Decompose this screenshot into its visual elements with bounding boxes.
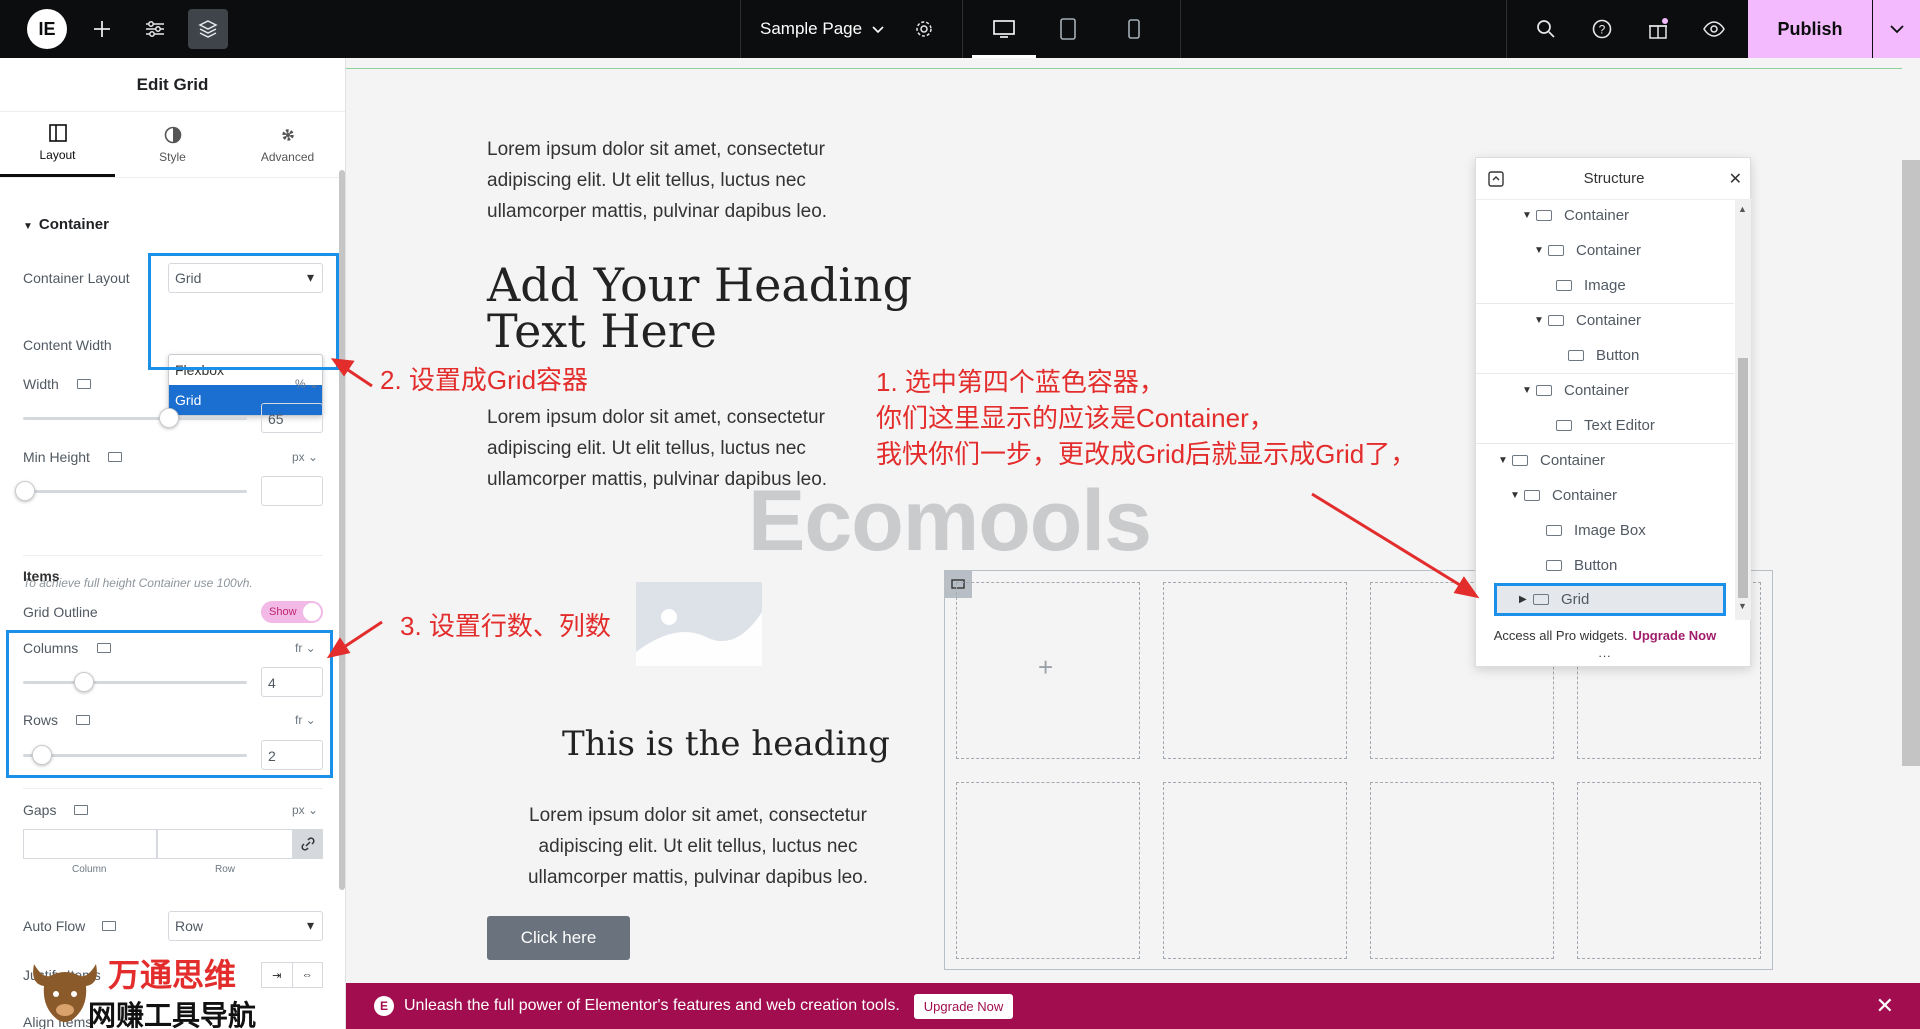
promo-banner: E Unleash the full power of Elementor's … [346, 983, 1920, 1029]
brand-watermark: 万通思维 网赚工具导航 [18, 950, 288, 1029]
annotation-arrows [326, 358, 1480, 659]
close-icon[interactable]: ✕ [1876, 993, 1894, 1019]
banner-upgrade-button[interactable]: Upgrade Now [913, 993, 1014, 1019]
elementor-badge-icon: E [374, 996, 394, 1016]
brand-subtitle: 网赚工具导航 [88, 1000, 257, 1029]
banner-text: Unleash the full power of Elementor's fe… [404, 997, 900, 1014]
brand-title: 万通思维 [108, 957, 237, 993]
